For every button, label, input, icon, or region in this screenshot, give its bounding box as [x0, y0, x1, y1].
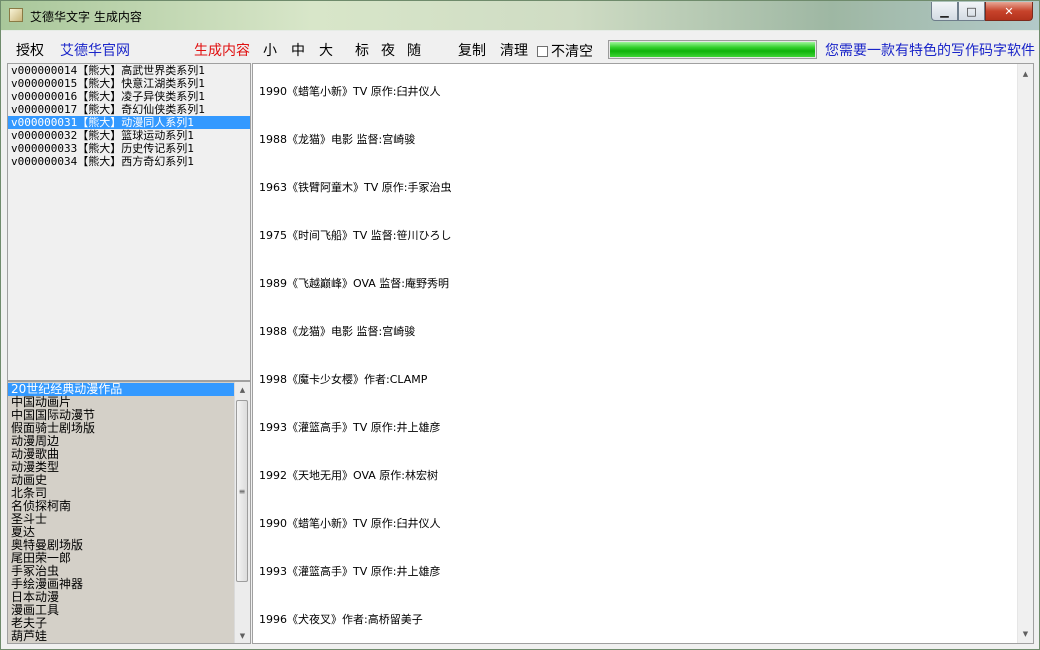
maximize-button[interactable]: □: [958, 2, 985, 21]
close-button[interactable]: ✕: [985, 2, 1033, 21]
series-list-item[interactable]: v000000015【熊大】快意江湖类系列1: [8, 77, 250, 90]
series-list-item[interactable]: v000000017【熊大】奇幻仙侠类系列1: [8, 103, 250, 116]
content-line: 1963《铁臂阿童木》TV 原作:手冢治虫: [259, 181, 452, 194]
progress-bar: [608, 40, 817, 59]
night-mode-button[interactable]: 夜: [381, 40, 395, 60]
series-list-item[interactable]: v000000031【熊大】动漫同人系列1: [8, 116, 250, 129]
toolbar: 授权 艾德华官网 生成内容 小 中 大 标 夜 随 复制 清理 不清空 您需要一…: [1, 31, 1039, 64]
authorize-button[interactable]: 授权: [16, 40, 44, 60]
content-line: 1989《飞越巅峰》OVA 监督:庵野秀明: [259, 277, 450, 290]
series-list-item[interactable]: v000000032【熊大】篮球运动系列1: [8, 129, 250, 142]
scroll-thumb[interactable]: ≡: [236, 400, 248, 582]
random-mode-button[interactable]: 随: [407, 40, 421, 60]
mark-mode-button[interactable]: 标: [355, 40, 369, 60]
series-listbox[interactable]: v000000014【熊大】高武世界类系列1 v000000015【熊大】快意江湖…: [7, 63, 251, 381]
content-textarea[interactable]: 1990《蜡笔小新》TV 原作:臼井仪人 1988《龙猫》电影 监督:宫崎骏 196…: [252, 63, 1034, 644]
window-title: 艾德华文字 生成内容: [30, 10, 142, 24]
content-line: 1988《龙猫》电影 监督:宫崎骏: [259, 325, 416, 338]
no-clear-label[interactable]: 不清空: [551, 41, 593, 61]
title-bar[interactable]: 艾德华文字 生成内容 ▁ □ ✕: [1, 1, 1039, 30]
promo-link[interactable]: 您需要一款有特色的写作码字软件: [825, 40, 1035, 60]
scroll-down-arrow-icon[interactable]: ▼: [235, 628, 250, 643]
scroll-down-arrow-icon[interactable]: ▼: [1018, 626, 1033, 641]
content-line: 1975《时间飞船》TV 监督:笹川ひろし: [259, 229, 452, 242]
font-size-large-button[interactable]: 大: [319, 40, 333, 60]
copy-button[interactable]: 复制: [458, 40, 486, 60]
series-list-item[interactable]: v000000033【熊大】历史传记系列1: [8, 142, 250, 155]
app-icon: [9, 8, 23, 22]
generate-button[interactable]: 生成内容: [194, 40, 250, 60]
scroll-up-arrow-icon[interactable]: ▲: [235, 382, 250, 397]
series-list-item[interactable]: v000000014【熊大】高武世界类系列1: [8, 64, 250, 77]
official-site-link[interactable]: 艾德华官网: [60, 40, 130, 60]
category-list-item[interactable]: 圣斗士: [8, 513, 235, 526]
font-size-medium-button[interactable]: 中: [291, 40, 305, 60]
content-line: 1998《魔卡少女樱》作者:CLAMP: [259, 373, 428, 386]
content-line: 1988《龙猫》电影 监督:宫崎骏: [259, 133, 416, 146]
category-listbox[interactable]: 20世纪经典动漫作品 中国动画片 中国国际动漫节 假面骑士剧场版 动漫周边 动漫歌曲 动漫类…: [7, 381, 251, 644]
content-scrollbar[interactable]: ▲ ▼: [1017, 64, 1033, 643]
content-line: 1993《灌篮高手》TV 原作:井上雄彦: [259, 421, 441, 434]
font-size-small-button[interactable]: 小: [263, 40, 277, 60]
clear-button[interactable]: 清理: [500, 40, 528, 60]
progress-fill: [610, 42, 815, 57]
content-line: 1990《蜡笔小新》TV 原作:臼井仪人: [259, 85, 441, 98]
no-clear-checkbox[interactable]: [537, 45, 548, 57]
scroll-up-arrow-icon[interactable]: ▲: [1018, 66, 1033, 81]
content-line: 1992《天地无用》OVA 原作:林宏树: [259, 469, 439, 482]
no-clear-option[interactable]: 不清空: [537, 41, 593, 61]
series-list-item[interactable]: v000000034【熊大】西方奇幻系列1: [8, 155, 250, 168]
content-line: 1990《蜡笔小新》TV 原作:臼井仪人: [259, 517, 441, 530]
content-line: 1993《灌篮高手》TV 原作:井上雄彦: [259, 565, 441, 578]
category-list-item[interactable]: 葫芦娃: [8, 630, 235, 643]
series-list-item[interactable]: v000000016【熊大】凌子异侠类系列1: [8, 90, 250, 103]
app-window: 艾德华文字 生成内容 ▁ □ ✕ 授权 艾德华官网 生成内容 小 中 大 标 夜…: [0, 0, 1040, 650]
minimize-button[interactable]: ▁: [931, 2, 958, 21]
category-scrollbar[interactable]: ▲ ≡ ▼: [234, 382, 250, 643]
content-line: 1996《犬夜叉》作者:高桥留美子: [259, 613, 423, 626]
